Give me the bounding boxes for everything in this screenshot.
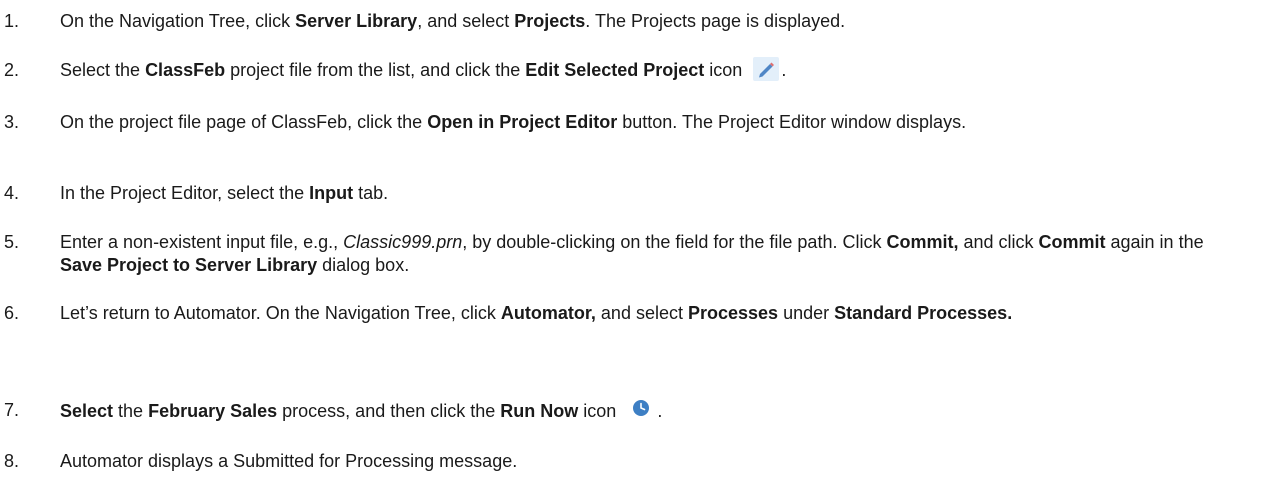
bold-term: Input [309,183,354,203]
step-6: 6. Let’s return to Automator. On the Nav… [0,302,1250,325]
step-text: On the Navigation Tree, click Server Lib… [60,10,1250,33]
bold-term: Select [60,400,114,421]
step-text-fragment: In the Project Editor, select the [60,183,310,203]
bold-term: Run Now [500,400,579,421]
step-text-fragment: project file from the list, and click th… [225,60,526,80]
step-number: 4. [4,183,20,203]
pencil-icon[interactable] [753,57,780,82]
step-5: 5. Enter a non-existent input file, e.g.… [0,231,1250,277]
clock-icon[interactable] [627,395,655,421]
step-3: 3. On the project file page of ClassFeb,… [0,111,1250,134]
bold-term: Server Library [295,11,418,31]
step-text-fragment: and select [595,303,688,323]
bold-term: Edit Selected Project [525,60,705,80]
step-text-fragment: under [778,303,835,323]
step-text-fragment: again in the [1105,232,1204,252]
bold-term: ClassFeb [145,60,226,80]
step-text: Select the ClassFeb project file from th… [60,57,1250,83]
bold-term: Commit, [886,232,959,252]
step-text-fragment: On the Navigation Tree, click [60,11,296,31]
step-2: 2. Select the ClassFeb project file from… [0,57,1250,83]
step-text-fragment: Select the [60,60,146,80]
step-number: 6. [4,303,20,323]
step-text-fragment: button. The Project Editor window displa… [617,112,967,132]
italic-term: Classic999.prn [343,232,463,252]
step-number: 2. [4,60,20,80]
step-text: Let’s return to Automator. On the Naviga… [60,302,1250,325]
bold-term: Projects [514,11,586,31]
bold-term: Automator, [500,303,596,323]
step-number: 7. [4,400,20,420]
step-text-fragment: Enter a non-existent input file, e.g., [60,232,344,252]
bold-term: Open in Project Editor [427,112,618,132]
step-text-fragment: , by double-clicking on the field for th… [462,232,887,252]
bold-term: Processes [687,303,779,323]
step-text-fragment: process, and then click the [277,400,501,421]
step-text: Enter a non-existent input file, e.g., C… [60,231,1250,277]
step-text-fragment: Automator displays a Submitted for Proce… [60,451,518,471]
step-text: On the project file page of ClassFeb, cl… [60,111,1250,134]
step-text-fragment: icon [578,400,622,421]
step-1: 1. On the Navigation Tree, click Server … [0,10,1250,33]
step-text-fragment: . The Projects page is displayed. [585,11,846,31]
bold-term: Commit [1038,232,1106,252]
step-text-fragment: tab. [353,183,389,203]
step-text: In the Project Editor, select the Input … [60,182,1250,205]
step-text-fragment: . [781,60,787,80]
step-7: 7. Select the February Sales process, an… [0,399,1250,425]
bold-term: February Sales [148,400,278,421]
bold-term: Save Project to Server Library [60,255,318,275]
step-number: 5. [4,232,20,252]
step-text: Automator displays a Submitted for Proce… [60,450,1250,473]
step-number: 1. [4,11,20,31]
step-text-fragment: On the project file page of ClassFeb, cl… [60,112,428,132]
step-text-fragment: the [113,400,149,421]
step-text-fragment: and click [958,232,1039,252]
step-text-fragment: icon [704,60,748,80]
step-text-fragment: . [657,400,663,421]
step-number: 3. [4,112,20,132]
bold-term: Standard Processes. [834,303,1013,323]
step-4: 4. In the Project Editor, select the Inp… [0,182,1250,205]
step-text-fragment: Let’s return to Automator. On the Naviga… [60,303,501,323]
step-text-fragment: , and select [417,11,515,31]
step-number: 8. [4,451,20,471]
step-8: 8. Automator displays a Submitted for Pr… [0,450,1250,473]
step-text: Select the February Sales process, and t… [60,399,1250,425]
step-text-fragment: dialog box. [317,255,410,275]
